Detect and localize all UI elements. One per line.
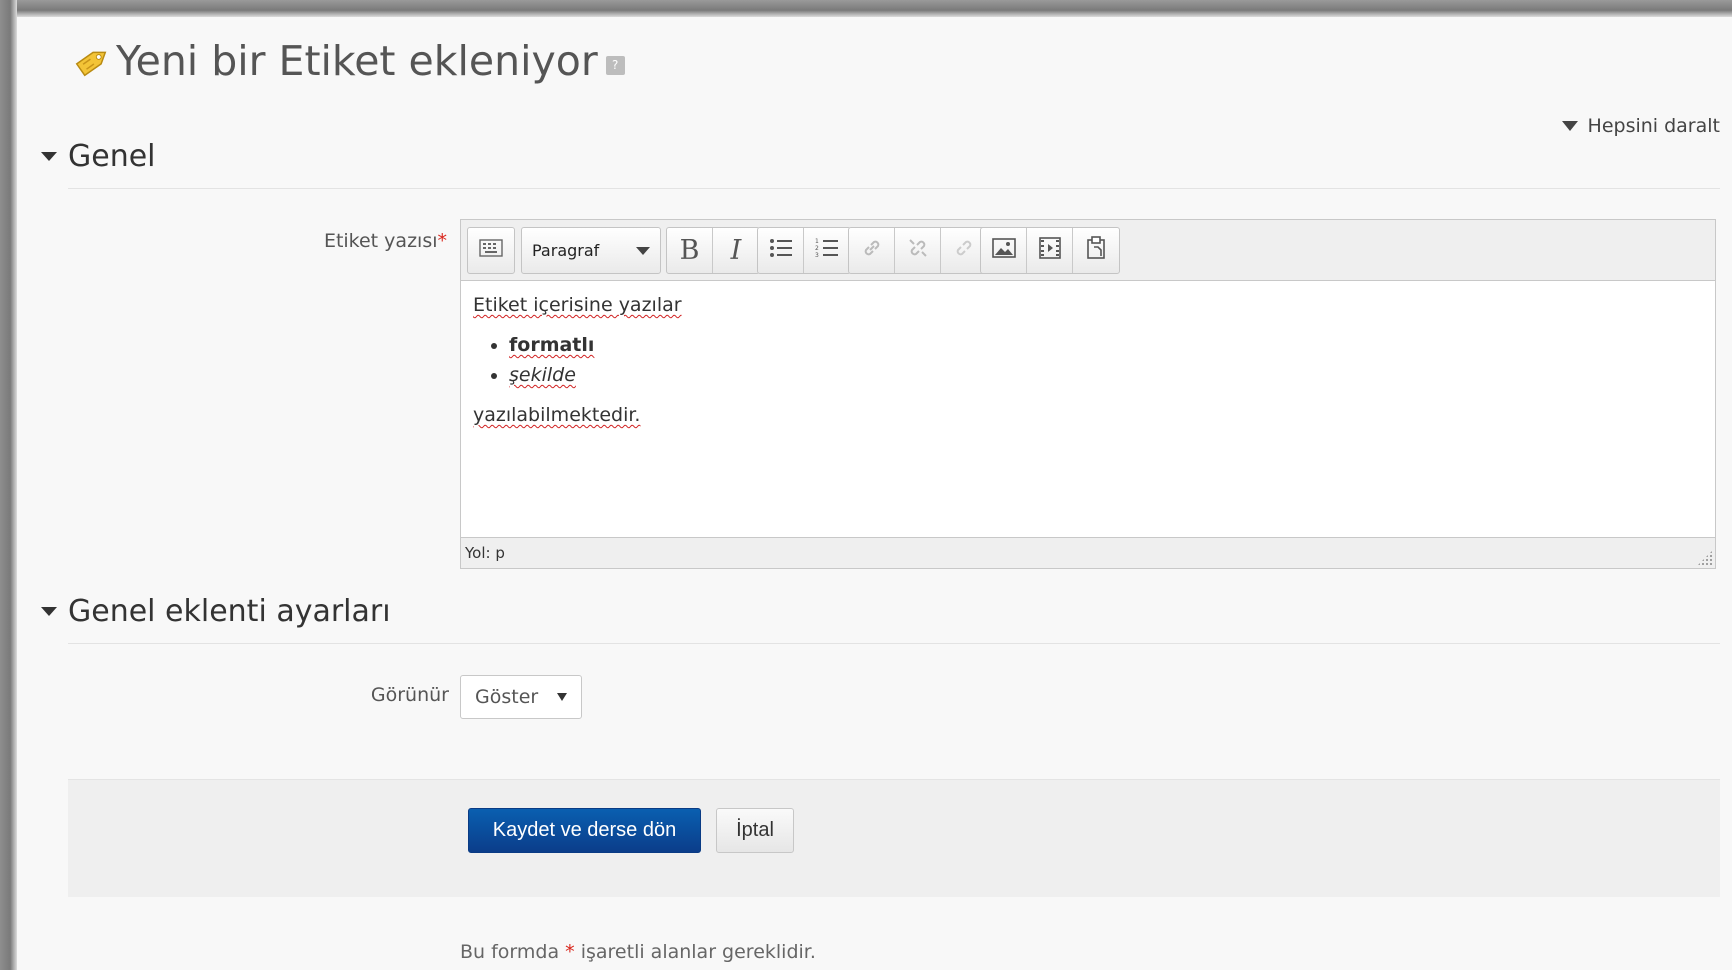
anchor-icon — [952, 236, 976, 265]
svg-text:1: 1 — [815, 238, 819, 245]
editor-status-bar: Yol: p — [461, 537, 1715, 568]
numbered-list-button[interactable]: 123 — [804, 228, 850, 273]
media-button[interactable] — [1027, 228, 1073, 273]
collapse-triangle-icon — [1561, 121, 1578, 131]
toolbar-toggle-icon — [479, 239, 503, 262]
window-frame-top — [0, 0, 1732, 17]
page-heading: Yeni bir Etiket ekleniyor ? — [72, 31, 625, 91]
unlink-button[interactable] — [895, 228, 941, 273]
rich-text-editor: Paragraf B I 1 2 3 Etiket içerisine yazı… — [460, 219, 1716, 569]
content-line-1: Etiket içerisine yazılar — [473, 294, 682, 316]
note-text-after: işaretli alanlar gereklidir. — [580, 941, 816, 963]
paste-icon — [1085, 236, 1107, 265]
section-title-general: Genel — [68, 139, 156, 174]
window-frame-left — [0, 0, 17, 970]
toolbar-group-format: Paragraf — [521, 227, 661, 274]
paragraph-format-value: Paragraf — [532, 241, 600, 260]
content-bullet-list: formatlı şekilde — [473, 330, 1703, 390]
media-icon — [1038, 236, 1062, 265]
link-button[interactable] — [849, 228, 895, 273]
help-icon[interactable]: ? — [605, 55, 625, 75]
toolbar-group-links — [848, 227, 988, 274]
visibility-select-value: Göster — [475, 686, 539, 708]
section-header-module-settings[interactable]: Genel eklenti ayarları — [41, 594, 391, 629]
toolbar-toggle-button[interactable] — [468, 228, 514, 273]
visibility-select[interactable]: Göster — [460, 675, 582, 719]
chevron-down-icon — [636, 246, 650, 255]
label-text-field-label: Etiket yazısı* — [247, 230, 447, 252]
toolbar-group-media — [980, 227, 1120, 274]
editor-content-area[interactable]: Etiket içerisine yazılar formatlı şekild… — [461, 282, 1715, 538]
section-toggle-icon — [41, 607, 57, 616]
section-header-general[interactable]: Genel — [41, 139, 156, 174]
toolbar-group-style: B I — [666, 227, 760, 274]
section-divider — [68, 643, 1720, 644]
toolbar-group-lists: 123 — [757, 227, 851, 274]
section-toggle-icon — [41, 152, 57, 161]
list-item: şekilde — [509, 360, 1703, 390]
note-text-before: Bu formda — [460, 941, 560, 963]
bold-button[interactable]: B — [667, 228, 713, 273]
collapse-all-link[interactable]: Hepsini daralt — [1561, 115, 1720, 137]
tag-icon — [72, 40, 114, 82]
resize-grip-icon[interactable] — [1697, 550, 1713, 566]
page-title: Yeni bir Etiket ekleniyor — [116, 37, 598, 85]
chevron-down-icon — [557, 693, 567, 701]
editor-toolbar: Paragraf B I 1 2 3 — [461, 220, 1715, 281]
label-text: Etiket yazısı — [323, 230, 438, 252]
visible-label: Görünür — [370, 684, 449, 706]
required-fields-note: Bu formda * işaretli alanlar gereklidir. — [460, 941, 816, 963]
content-line-2: yazılabilmektedir. — [473, 404, 641, 426]
cancel-button[interactable]: İptal — [716, 808, 794, 853]
svg-text:2: 2 — [815, 245, 819, 252]
editor-path: Yol: p — [465, 544, 505, 562]
bold-icon: B — [679, 235, 700, 266]
link-icon — [860, 236, 884, 265]
bullet-list-icon — [769, 237, 793, 264]
toolbar-group-toggle — [467, 227, 515, 274]
bullet-list-button[interactable] — [758, 228, 804, 273]
italic-icon: I — [730, 235, 742, 266]
form-actions-panel — [68, 779, 1720, 897]
paragraph-format-select[interactable]: Paragraf — [522, 228, 660, 273]
section-divider — [68, 188, 1720, 189]
section-title-module-settings: Genel eklenti ayarları — [68, 594, 391, 629]
numbered-list-icon: 123 — [815, 237, 839, 264]
list-item-bold-text: formatlı — [509, 334, 595, 356]
collapse-all-label: Hepsini daralt — [1587, 115, 1720, 137]
unlink-icon — [906, 236, 930, 265]
note-required-marker: * — [565, 941, 575, 963]
list-item: formatlı — [509, 330, 1703, 360]
save-and-return-button[interactable]: Kaydet ve derse dön — [468, 808, 701, 853]
italic-button[interactable]: I — [713, 228, 759, 273]
svg-text:3: 3 — [815, 252, 819, 259]
list-item-italic-text: şekilde — [509, 364, 576, 386]
image-button[interactable] — [981, 228, 1027, 273]
page: Yeni bir Etiket ekleniyor ? Hepsini dara… — [17, 17, 1732, 970]
paste-button[interactable] — [1073, 228, 1119, 273]
required-marker: * — [437, 230, 448, 252]
image-icon — [991, 237, 1016, 264]
